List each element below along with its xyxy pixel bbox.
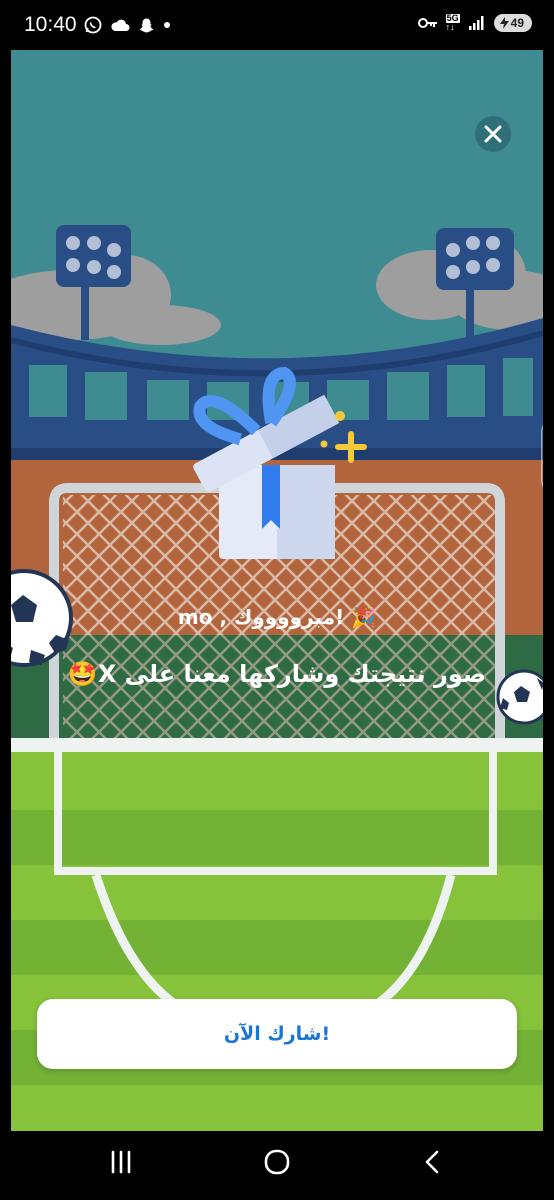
home-icon <box>264 1149 290 1175</box>
recent-apps-button[interactable] <box>108 1149 134 1179</box>
network-5g-icon: 5G ↑↓ <box>445 14 460 32</box>
close-button[interactable] <box>475 116 511 152</box>
share-now-button[interactable]: شارك الآن! <box>37 999 517 1069</box>
cloud-icon <box>111 19 130 31</box>
share-prompt-text: صور نتيجتك وشاركها معنا على X🤩 <box>67 660 487 688</box>
navigation-bar <box>0 1131 554 1200</box>
close-icon <box>484 125 502 143</box>
key-icon <box>417 18 437 28</box>
edge-panel-handle[interactable] <box>541 418 543 494</box>
status-bar: 10:40 5G ↑↓ 49 <box>0 0 554 50</box>
dot-icon <box>164 22 170 28</box>
battery-icon: 49 <box>493 14 532 32</box>
snapchat-icon <box>139 18 154 32</box>
charging-bolt-icon <box>499 17 509 29</box>
system-status-icons: 5G ↑↓ 49 <box>417 14 532 32</box>
whatsapp-icon <box>84 16 102 34</box>
status-time: 10:40 <box>24 13 77 36</box>
stadium-background <box>11 50 543 1131</box>
recent-apps-icon <box>111 1150 131 1174</box>
congrats-text: mo , مبرووووك! 🎉 <box>177 605 377 629</box>
signal-icon <box>468 16 484 30</box>
home-button[interactable] <box>264 1149 290 1179</box>
back-icon <box>425 1150 439 1174</box>
network-activity: ↑↓ <box>445 22 455 32</box>
game-result-screen: mo , مبرووووك! 🎉 صور نتيجتك وشاركها معنا… <box>11 50 543 1131</box>
notification-icons <box>84 16 171 34</box>
back-button[interactable] <box>420 1149 446 1179</box>
battery-level: 49 <box>510 16 524 30</box>
